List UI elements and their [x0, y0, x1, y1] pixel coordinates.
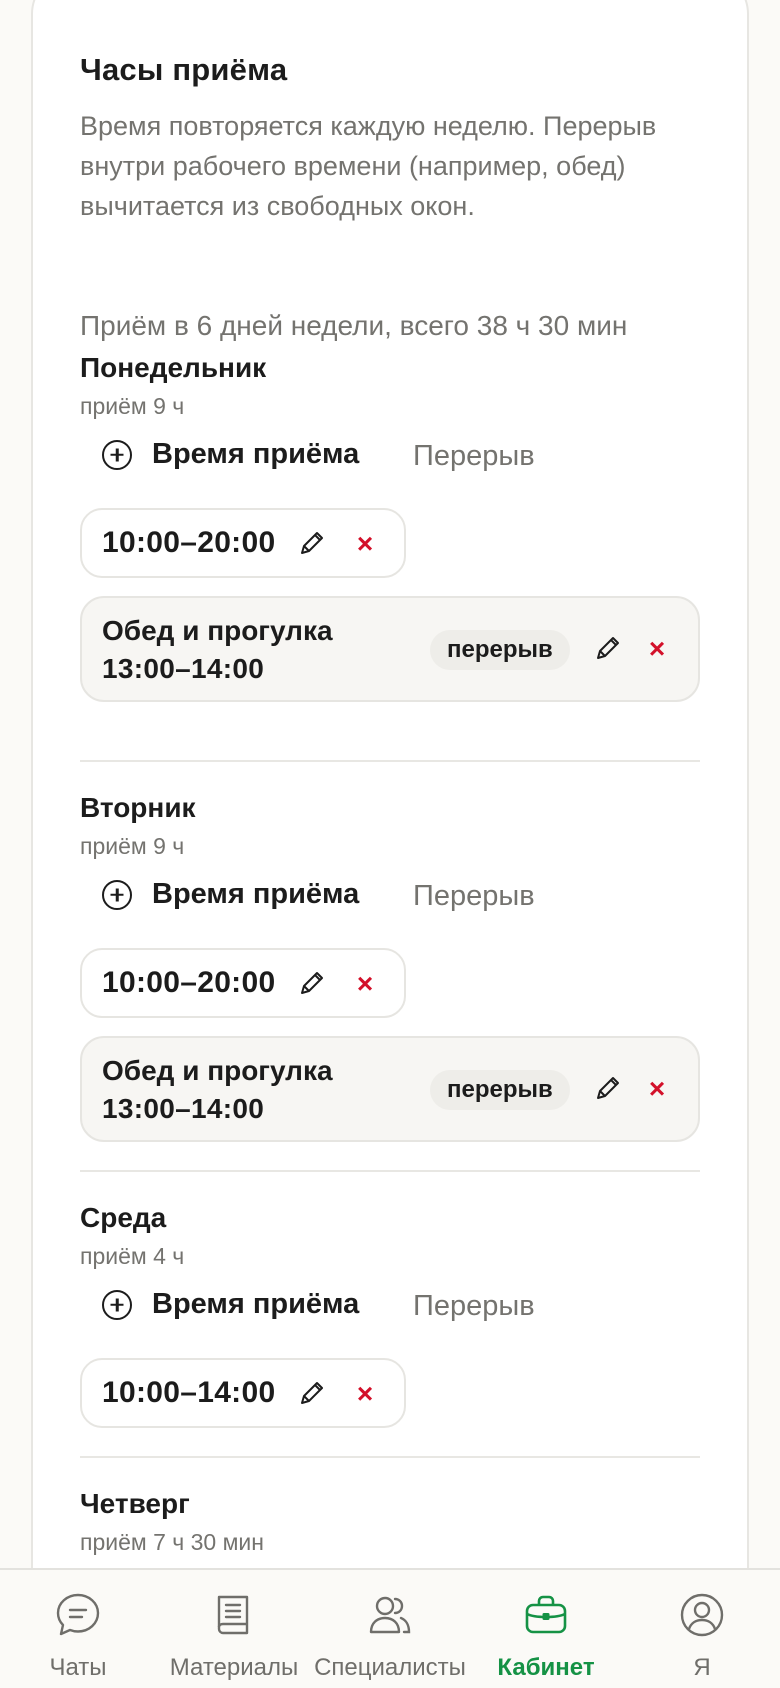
add-hours-label: Время приёма	[152, 1288, 360, 1320]
time-slot: 10:00–20:00 ×	[80, 508, 406, 578]
add-hours-button[interactable]: Время приёма	[102, 1288, 359, 1321]
day-actions: Время приёма Перерыв	[80, 1272, 700, 1358]
break-entry: Обед и прогулка 13:00–14:00 перерыв ×	[80, 1036, 700, 1142]
add-hours-label: Время приёма	[152, 878, 360, 910]
day-thursday: Четверг приём 7 ч 30 мин	[80, 1484, 700, 1558]
pencil-icon[interactable]	[296, 529, 326, 559]
plus-circle-icon	[102, 1289, 132, 1320]
slot-time: 10:00–20:00	[102, 526, 276, 559]
slot-time: 10:00–20:00	[102, 966, 276, 999]
pencil-icon[interactable]	[592, 1074, 622, 1104]
time-slot: 10:00–14:00 ×	[80, 1358, 406, 1428]
divider	[80, 1170, 700, 1172]
add-hours-button[interactable]: Время приёма	[102, 878, 359, 911]
plus-circle-icon	[102, 439, 132, 470]
break-entry: Обед и прогулка 13:00–14:00 перерыв ×	[80, 596, 700, 702]
break-name: Обед и прогулка	[102, 615, 333, 646]
day-name: Понедельник	[80, 352, 267, 383]
divider	[80, 1456, 700, 1458]
break-badge: перерыв	[430, 630, 570, 670]
add-break-button[interactable]: Перерыв	[413, 440, 535, 473]
day-subtitle: приём 9 ч	[80, 833, 185, 859]
add-hours-button[interactable]: Время приёма	[102, 438, 359, 471]
tab-label: Чаты	[49, 1654, 107, 1681]
day-actions: Время приёма Перерыв	[80, 862, 700, 948]
tab-profile[interactable]: Я	[624, 1570, 780, 1688]
day-subtitle: приём 7 ч 30 мин	[80, 1529, 264, 1555]
tab-label: Кабинет	[497, 1654, 595, 1681]
book-icon	[217, 1595, 249, 1635]
tab-label: Специалисты	[314, 1654, 466, 1681]
tab-label: Я	[693, 1654, 711, 1681]
divider	[80, 760, 700, 762]
tab-label: Материалы	[169, 1654, 299, 1681]
bottom-tab-bar: Чаты Материалы Специалисты Кабинет Я	[0, 1568, 780, 1688]
add-break-button[interactable]: Перерыв	[413, 1290, 535, 1323]
pencil-icon[interactable]	[592, 634, 622, 664]
people-icon	[369, 1596, 411, 1634]
delete-icon[interactable]: ×	[354, 1380, 376, 1408]
schedule-summary: Приём в 6 дней недели, всего 38 ч 30 мин	[80, 310, 628, 341]
break-badge: перерыв	[430, 1070, 570, 1110]
plus-circle-icon	[102, 879, 132, 910]
time-slot: 10:00–20:00 ×	[80, 948, 406, 1018]
delete-icon[interactable]: ×	[646, 1075, 668, 1103]
break-time: 13:00–14:00	[102, 1093, 265, 1124]
day-subtitle: приём 9 ч	[80, 393, 185, 419]
day-name: Четверг	[80, 1488, 190, 1519]
day-subtitle: приём 4 ч	[80, 1243, 185, 1269]
section-title: Часы приёма	[80, 52, 288, 87]
tab-specialists[interactable]: Специалисты	[312, 1570, 468, 1688]
chat-bubble-icon	[56, 1593, 100, 1636]
pencil-icon[interactable]	[296, 1379, 326, 1409]
delete-icon[interactable]: ×	[354, 530, 376, 558]
break-time: 13:00–14:00	[102, 653, 265, 684]
day-name: Вторник	[80, 792, 196, 823]
delete-icon[interactable]: ×	[646, 635, 668, 663]
profile-icon	[680, 1593, 724, 1637]
day-name: Среда	[80, 1202, 167, 1233]
pencil-icon[interactable]	[296, 969, 326, 999]
tab-cabinet[interactable]: Кабинет	[468, 1570, 624, 1688]
section-description: Время повторяется каждую неделю. Перерыв…	[80, 111, 657, 221]
add-hours-label: Время приёма	[152, 438, 360, 470]
briefcase-icon	[525, 1595, 567, 1634]
day-tuesday: Вторник приём 9 ч Время приёма Перерыв 1…	[80, 788, 700, 1142]
tab-materials[interactable]: Материалы	[156, 1570, 312, 1688]
tab-chats[interactable]: Чаты	[0, 1570, 156, 1688]
day-wednesday: Среда приём 4 ч Время приёма Перерыв 10:…	[80, 1198, 700, 1428]
delete-icon[interactable]: ×	[354, 970, 376, 998]
day-monday: Понедельник приём 9 ч Время приёма Перер…	[80, 348, 700, 702]
day-actions: Время приёма Перерыв	[80, 422, 700, 508]
break-name: Обед и прогулка	[102, 1055, 333, 1086]
add-break-button[interactable]: Перерыв	[413, 880, 535, 913]
slot-time: 10:00–14:00	[102, 1376, 276, 1409]
